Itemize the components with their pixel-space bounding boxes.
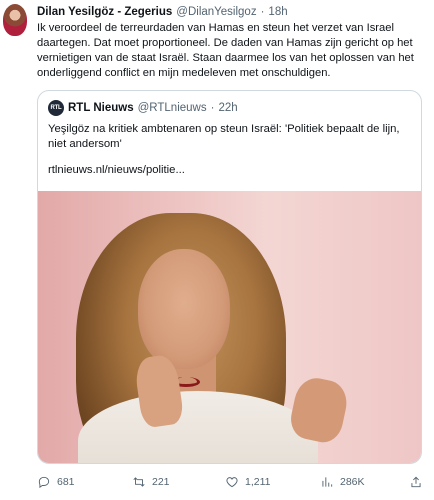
retweet-icon	[133, 477, 145, 487]
quoted-tweet-text: Yeşilgöz na kritiek ambtenaren op steun …	[48, 123, 400, 150]
photo-right-hand	[287, 374, 351, 446]
tweet-header: Dilan Yesilgöz - Zegerius @DilanYesilgoz…	[37, 5, 288, 19]
views-button[interactable]: 286K	[320, 475, 365, 489]
quoted-header-separator: ·	[210, 102, 215, 114]
reply-icon	[38, 476, 50, 489]
retweet-count: 221	[152, 476, 170, 488]
share-button[interactable]	[409, 475, 423, 489]
quoted-author-handle: @RTLnieuws	[137, 102, 207, 114]
author-name[interactable]: Dilan Yesilgöz - Zegerius	[37, 6, 172, 18]
quoted-tweet-photo[interactable]	[38, 191, 421, 463]
tweet[interactable]: Dilan Yesilgöz - Zegerius @DilanYesilgoz…	[0, 0, 434, 500]
share-icon	[411, 476, 421, 488]
author-handle[interactable]: @DilanYesilgoz	[176, 6, 256, 18]
reply-button[interactable]: 681	[37, 475, 75, 489]
views-icon	[322, 477, 333, 487]
quoted-tweet-link[interactable]: rtlnieuws.nl/nieuws/politie...	[48, 164, 185, 176]
like-button[interactable]: 1,211	[225, 475, 271, 489]
tweet-text: Ik veroordeel de terreurdaden van Hamas …	[37, 22, 414, 79]
quoted-author-name: RTL Nieuws	[68, 102, 134, 114]
reply-count: 681	[57, 476, 75, 488]
avatar[interactable]	[3, 4, 27, 36]
retweet-button[interactable]: 221	[132, 475, 170, 489]
quoted-tweet-header: RTL RTL Nieuws @RTLnieuws · 22h	[48, 100, 238, 116]
quoted-tweet-time: 22h	[218, 102, 238, 114]
heart-icon	[226, 477, 238, 488]
photo-face	[138, 249, 230, 369]
views-count: 286K	[340, 476, 365, 488]
like-count: 1,211	[245, 476, 271, 488]
tweet-time[interactable]: 18h	[268, 6, 287, 18]
header-separator: ·	[260, 6, 265, 18]
tweet-actions: 681 221 1,211 286K	[37, 474, 422, 490]
quoted-tweet[interactable]: RTL RTL Nieuws @RTLnieuws · 22h Yeşilgöz…	[37, 90, 422, 464]
rtl-logo: RTL	[48, 100, 64, 116]
